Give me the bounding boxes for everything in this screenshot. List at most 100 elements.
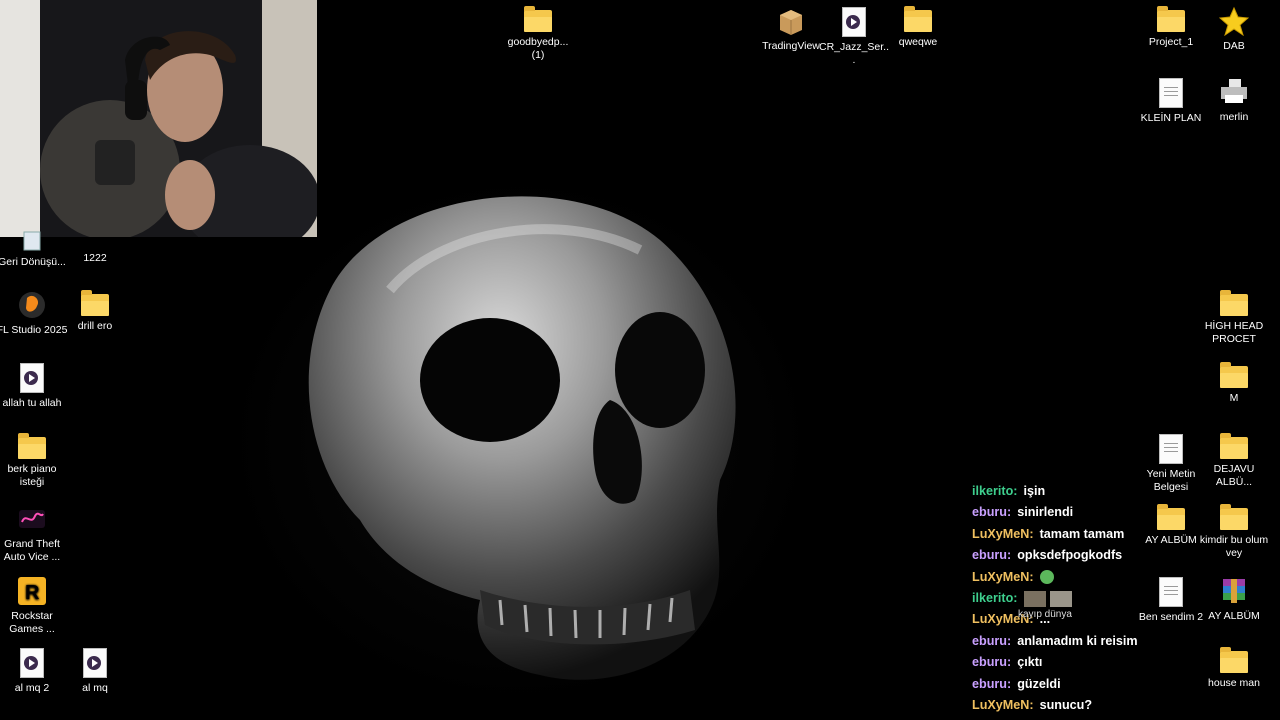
folder-icon [524, 6, 552, 32]
icon-label: qweqwe [898, 36, 938, 48]
media-file-icon [20, 363, 44, 393]
icon-label: goodbyedp... (1) [507, 36, 569, 61]
icon-label: 1222 [83, 252, 107, 264]
desktop-icon-goodbyedp[interactable]: goodbyedp... (1) [502, 6, 574, 62]
icon-label: drill ero [77, 320, 113, 332]
icon-label: M [1229, 392, 1239, 404]
desktop-icon-m[interactable]: M [1198, 362, 1270, 405]
chat-text: çıktı [1017, 655, 1043, 670]
icon-label: house man [1208, 677, 1260, 689]
desktop-icon-qweqwe[interactable]: qweqwe [882, 6, 954, 49]
chat-text: sinirlendi [1017, 505, 1074, 520]
chat-text: anlamadım ki reisim [1017, 633, 1138, 648]
chat-text: işin [1023, 484, 1046, 498]
svg-text:R: R [25, 582, 40, 604]
chat-message: eburu: anlamadım ki reisim [972, 634, 1172, 655]
folder-icon [18, 433, 46, 459]
chat-username: ilkerito: [972, 484, 1018, 498]
icon-label: kimdir bu olum vey [1199, 534, 1269, 559]
icon-label: al mq 2 [14, 682, 50, 694]
icon-label: CR_Jazz_Ser... [818, 41, 890, 66]
chat-text: sunucu? [1039, 697, 1093, 712]
icon-label: TradingView [762, 40, 820, 52]
icon-label: FL Studio 2025 [0, 324, 68, 336]
desktop-icon-berk-piano[interactable]: berk piano isteği [0, 433, 68, 489]
chat-emote-caption: kayıp dünya [1018, 609, 1072, 620]
desktop-icon-dejavu-album[interactable]: DEJAVU ALBÜ... [1198, 433, 1270, 489]
chat-message: ilkerito: işin [972, 484, 1172, 505]
webcam-overlay [0, 0, 317, 237]
chat-username: eburu: [972, 676, 1012, 691]
icon-label: berk piano isteği [7, 463, 57, 488]
chat-message: eburu: çıktı [972, 655, 1172, 676]
stream-chat-overlay: ilkerito: işin eburu: sinirlendi LuXyMeN: t… [972, 484, 1172, 719]
chat-username: LuXyMeN: [972, 526, 1034, 541]
desktop-icon-dab[interactable]: DAB [1198, 6, 1270, 53]
chat-emote-image-icon [1023, 590, 1046, 607]
star-icon [1219, 6, 1249, 36]
fl-studio-icon [19, 292, 45, 318]
icon-label: Project_1 [1148, 36, 1194, 48]
desktop-icon-al-mq[interactable]: al mq [59, 647, 131, 695]
skull-wallpaper-image [308, 196, 736, 680]
chat-message: LuXyMeN: tamam tamam [972, 527, 1172, 548]
media-file-icon [83, 648, 107, 678]
desktop-icon-gta-vice[interactable]: Grand Theft Auto Vice ... [0, 504, 68, 564]
printer-icon [1221, 79, 1247, 103]
desktop-icon-drill-ero[interactable]: drill ero [59, 290, 131, 333]
icon-label: DAB [1223, 40, 1245, 52]
icon-label: merlin [1219, 111, 1249, 123]
desktop-icon-klein-plan[interactable]: KLEİN PLAN [1135, 77, 1207, 125]
chat-username: eburu: [972, 505, 1012, 520]
chat-username: LuXyMeN: [972, 569, 1034, 584]
desktop-icon-cr-jazz[interactable]: CR_Jazz_Ser... [818, 6, 890, 67]
chat-emote-frog-icon [1039, 570, 1054, 585]
desktop-icon-al-mq-2[interactable]: al mq 2 [0, 647, 68, 695]
chat-username: LuXyMeN: [972, 697, 1034, 712]
desktop-icon-ay-album-archive[interactable]: AY ALBÜM [1198, 576, 1270, 623]
chat-username: eburu: [972, 655, 1012, 670]
chat-text: tamam tamam [1039, 526, 1125, 541]
chat-message: eburu: güzeldi [972, 677, 1172, 698]
desktop-icon-house-man[interactable]: house man [1198, 647, 1270, 690]
chat-emote-cat-icon [1049, 590, 1072, 607]
webcam-feed-image [0, 0, 317, 237]
icon-label: DEJAVU ALBÜ... [1213, 463, 1255, 488]
icon-label: HİGH HEAD PROCET [1204, 320, 1264, 345]
desktop-icon-high-head-procet[interactable]: HİGH HEAD PROCET [1198, 290, 1270, 346]
desktop-icon-rockstar-games[interactable]: R Rockstar Games ... [0, 576, 68, 636]
icon-label: Grand Theft Auto Vice ... [3, 538, 61, 563]
desktop-icon-1222[interactable]: 1222 [59, 222, 131, 265]
package-icon [780, 10, 802, 35]
icon-label: AY ALBÜM [1208, 610, 1260, 622]
chat-text: güzeldi [1017, 676, 1061, 691]
gta-vice-city-icon [19, 510, 45, 528]
chat-username: eburu: [972, 548, 1012, 563]
desktop-icon-merlin[interactable]: merlin [1198, 77, 1270, 124]
icon-label: Geri Dönüşü... [0, 256, 66, 268]
text-file-icon [1159, 434, 1183, 464]
folder-icon [1220, 504, 1248, 530]
desktop-icon-fl-studio[interactable]: FL Studio 2025 [0, 290, 68, 337]
desktop-icon-tradingview[interactable]: TradingView [755, 6, 827, 53]
folder-icon [81, 290, 109, 316]
folder-icon [1220, 290, 1248, 316]
rockstar-games-icon: R [18, 577, 46, 605]
media-file-icon [20, 648, 44, 678]
chat-message: eburu: sinirlendi [972, 505, 1172, 526]
text-file-icon [1159, 78, 1183, 108]
chat-message: LuXyMeN: sunucu? [972, 698, 1172, 719]
desktop-icon-project-1[interactable]: Project_1 [1135, 6, 1207, 49]
icon-label: al mq [82, 682, 108, 694]
folder-icon [904, 6, 932, 32]
folder-icon [1220, 362, 1248, 388]
archive-icon [1223, 579, 1245, 603]
desktop-icon-recycle-bin[interactable]: Geri Dönüşü... [0, 222, 68, 269]
desktop-icon-kimdir-bu[interactable]: kimdir bu olum vey [1198, 504, 1270, 560]
chat-username: eburu: [972, 633, 1012, 648]
chat-message: LuXyMeN: [972, 570, 1172, 591]
icon-label: Rockstar Games ... [9, 610, 55, 635]
chat-message: ilkerito: [972, 590, 1172, 612]
icon-label: allah tu allah [2, 397, 62, 409]
desktop-icon-allah-tu-allah[interactable]: allah tu allah [0, 362, 68, 410]
